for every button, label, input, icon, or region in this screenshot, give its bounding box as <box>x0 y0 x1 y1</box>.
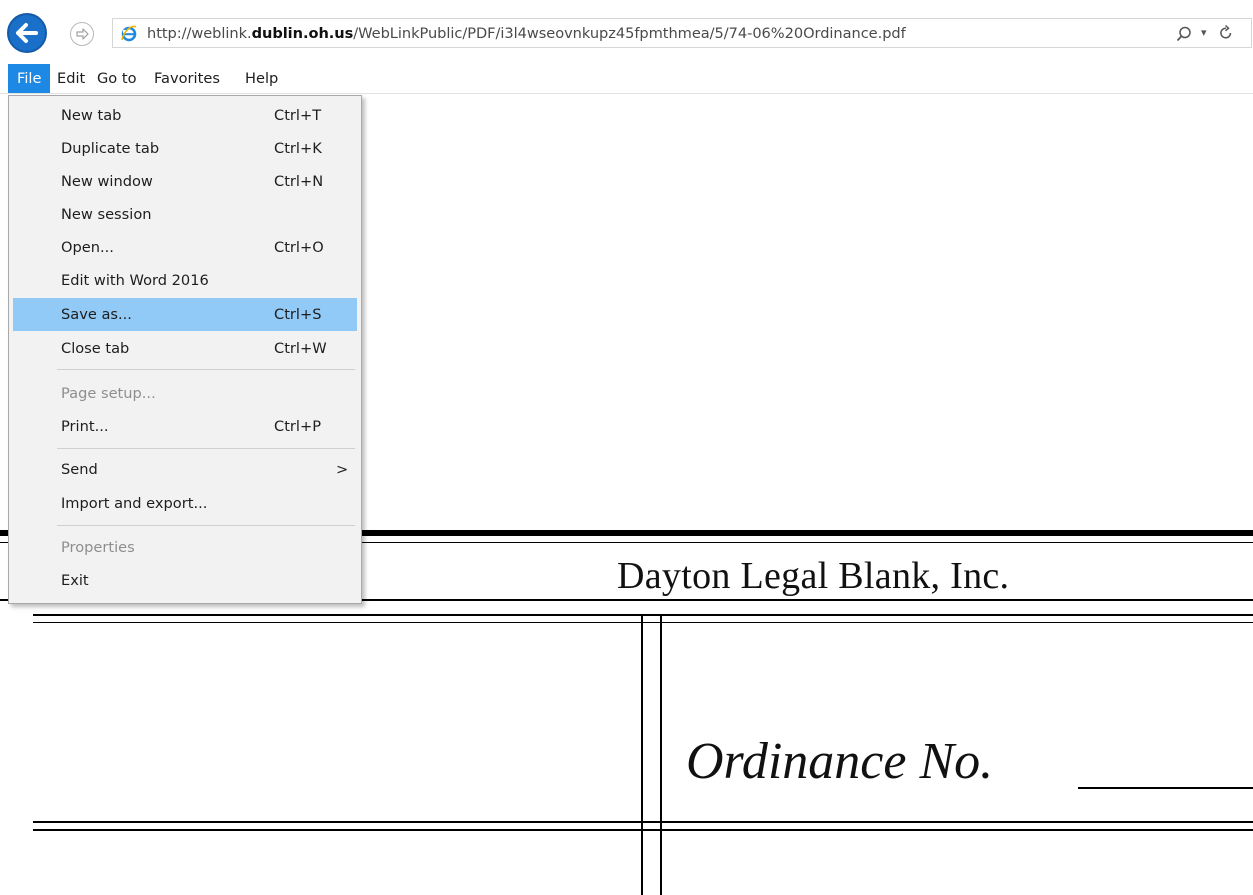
menu-item-label: Properties <box>61 539 135 556</box>
menu-item-duplicate-tab[interactable]: Duplicate tab Ctrl+K <box>13 132 357 165</box>
menu-item-shortcut: Ctrl+O <box>274 239 324 256</box>
form-vertical-rule <box>660 614 662 895</box>
address-bar[interactable]: http://weblink.dublin.oh.us/WebLinkPubli… <box>112 18 1252 48</box>
file-menu: New tab Ctrl+T Duplicate tab Ctrl+K New … <box>8 95 362 604</box>
ie-logo-icon <box>121 25 137 42</box>
back-button[interactable] <box>7 13 47 53</box>
forward-button[interactable] <box>70 22 94 46</box>
menu-item-label: Close tab <box>61 340 130 357</box>
dropdown-arrow-icon[interactable]: ▾ <box>1201 26 1207 39</box>
url-prefix: http://weblink. <box>147 25 252 42</box>
ordinance-number-blank <box>1078 787 1253 789</box>
menu-item-import-export[interactable]: Import and export... <box>13 487 357 520</box>
menu-item-new-session[interactable]: New session <box>13 198 357 231</box>
menu-item-exit[interactable]: Exit <box>13 564 357 597</box>
menu-item-page-setup: Page setup... <box>13 377 357 410</box>
url-path: /WebLinkPublic/PDF/i3l4wseovnkupz45fpmth… <box>353 25 906 42</box>
refresh-icon[interactable] <box>1217 24 1235 42</box>
form-vertical-rule <box>641 614 643 895</box>
menu-go-to[interactable]: Go to <box>88 64 146 93</box>
back-arrow-icon <box>16 23 38 43</box>
menu-item-open[interactable]: Open... Ctrl+O <box>13 231 357 264</box>
menu-item-new-tab[interactable]: New tab Ctrl+T <box>13 99 357 132</box>
menu-separator <box>57 448 355 449</box>
form-rule <box>33 622 1253 623</box>
menu-favorites[interactable]: Favorites <box>145 64 229 93</box>
menu-separator <box>57 525 355 526</box>
form-rule <box>33 821 1253 823</box>
address-bar-area: http://weblink.dublin.oh.us/WebLinkPubli… <box>0 0 1253 64</box>
menu-item-send[interactable]: Send > <box>13 453 357 486</box>
menu-item-new-window[interactable]: New window Ctrl+N <box>13 165 357 198</box>
menu-item-label: Exit <box>61 572 89 589</box>
menu-item-label: Send <box>61 461 98 478</box>
forward-arrow-icon <box>76 28 89 40</box>
menu-item-label: New tab <box>61 107 122 124</box>
menu-item-shortcut: Ctrl+W <box>274 340 327 357</box>
menu-file[interactable]: File <box>8 64 51 93</box>
menu-item-shortcut: Ctrl+N <box>274 173 324 190</box>
menu-item-save-as[interactable]: Save as... Ctrl+S <box>13 298 357 331</box>
menu-item-label: New window <box>61 173 153 190</box>
menu-item-shortcut: Ctrl+K <box>274 140 322 157</box>
menu-item-close-tab[interactable]: Close tab Ctrl+W <box>13 332 357 365</box>
menu-item-label: Open... <box>61 239 114 256</box>
menu-item-shortcut: Ctrl+T <box>274 107 322 124</box>
menu-item-edit-with-word[interactable]: Edit with Word 2016 <box>13 264 357 297</box>
menu-item-label: Print... <box>61 418 109 435</box>
menu-bar: File Edit Go to Favorites Help <box>0 64 1253 94</box>
ordinance-number-label: Ordinance No. <box>686 733 994 790</box>
form-rule <box>33 829 1253 831</box>
menu-help[interactable]: Help <box>236 64 287 93</box>
menu-item-label: New session <box>61 206 152 223</box>
menu-item-label: Save as... <box>61 306 132 323</box>
menu-item-label: Import and export... <box>61 495 208 512</box>
menu-item-shortcut: Ctrl+S <box>274 306 322 323</box>
company-name: Dayton Legal Blank, Inc. <box>617 555 1010 597</box>
url-domain: dublin.oh.us <box>251 25 354 42</box>
form-rule <box>33 614 1253 616</box>
menu-item-label: Edit with Word 2016 <box>61 272 209 289</box>
menu-item-print[interactable]: Print... Ctrl+P <box>13 410 357 443</box>
menu-item-shortcut: Ctrl+P <box>274 418 321 435</box>
menu-item-label: Duplicate tab <box>61 140 160 157</box>
menu-item-properties: Properties <box>13 531 357 564</box>
submenu-arrow-icon: > <box>336 461 349 478</box>
url-text[interactable]: http://weblink.dublin.oh.us/WebLinkPubli… <box>147 25 906 42</box>
menu-item-label: Page setup... <box>61 385 156 402</box>
search-icon[interactable] <box>1175 25 1193 43</box>
menu-separator <box>57 369 355 370</box>
